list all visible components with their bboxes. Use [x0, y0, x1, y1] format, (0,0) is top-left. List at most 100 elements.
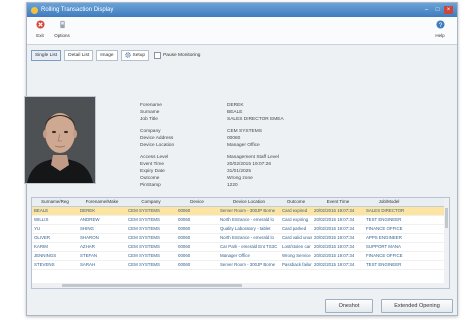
svg-text:?: ?: [438, 22, 442, 29]
exit-label: Exit: [36, 33, 44, 38]
detail-value: Wrong zone: [227, 176, 253, 181]
table-cell: Card valid unus: [282, 235, 312, 240]
table-row[interactable]: YU SHING CEM SYSTEMS 00060 Quality Laborator…: [32, 225, 449, 234]
detail-label: Company: [140, 129, 161, 134]
table-cell: Server Room - 300JP Borne: [220, 262, 276, 267]
table-cell: North Entrance - emerald lo: [220, 217, 274, 222]
options-icon: [59, 20, 65, 29]
table-cell: KARIM: [34, 244, 48, 249]
options-label: Options: [54, 33, 70, 38]
window-title: Rolling Transaction Display: [41, 7, 114, 13]
table-cell: WILLIS: [34, 217, 49, 222]
table-cell: Card parked: [282, 226, 307, 231]
tab-image[interactable]: Image: [96, 49, 118, 61]
tab-setup[interactable]: Setup: [120, 49, 150, 61]
table-row[interactable]: OLIVER SHARON CEM SYSTEMS 00060 North Entran…: [32, 234, 449, 243]
options-button[interactable]: Options: [53, 20, 71, 38]
column-header[interactable]: Job/Model: [364, 198, 414, 206]
table-cell: CEM SYSTEMS: [128, 208, 160, 213]
detail-row: Outcome Wrong zone: [140, 175, 284, 182]
detail-label: Access Level: [140, 155, 169, 160]
detail-row: Access Level Management Staff Level: [140, 154, 284, 161]
tab-setup-label: Setup: [132, 52, 146, 58]
scroll-thumb[interactable]: [62, 284, 242, 287]
detail-value: 1220: [227, 183, 238, 188]
table-cell: CEM SYSTEMS: [128, 226, 160, 231]
table-cell: FINANCE OFFICE: [366, 253, 403, 258]
maximize-icon[interactable]: □: [433, 6, 442, 14]
help-button[interactable]: ? Help: [431, 20, 449, 38]
table-cell: 00060: [178, 253, 191, 258]
detail-row: Company CEM SYSTEMS: [140, 128, 284, 135]
detail-value: 00060: [227, 136, 241, 141]
scroll-thumb[interactable]: [445, 208, 448, 228]
table-cell: APPS ENGINEER: [366, 235, 402, 240]
transaction-grid[interactable]: Surname/Reg Forename/Make Company Device…: [31, 197, 450, 289]
detail-row: Device Address 00060: [140, 135, 284, 142]
table-row[interactable]: JENNINGS STEFAN CEM SYSTEMS 00060 Manager Of…: [32, 252, 449, 261]
detail-label: Event Time: [140, 162, 164, 167]
table-cell: Car Park - emerald Ent TS3C: [220, 244, 278, 249]
exit-button[interactable]: Exit: [31, 20, 49, 38]
detail-value: Manager Office: [227, 143, 260, 148]
table-cell: North Entrance - emerald lo: [220, 235, 274, 240]
minimize-icon[interactable]: –: [422, 6, 431, 14]
detail-value: CEM SYSTEMS: [227, 129, 262, 134]
table-cell: FINANCE OFFICE: [366, 226, 403, 231]
column-header[interactable]: Device: [176, 198, 218, 206]
column-header[interactable]: Device Location: [218, 198, 280, 206]
detail-row: Device Location Manager Office: [140, 142, 284, 149]
table-cell: CEM SYSTEMS: [128, 253, 160, 258]
pause-monitoring-checkbox[interactable]: Pause Monitoring: [154, 51, 200, 59]
table-cell: Server Room - 300JP Borne: [220, 208, 276, 213]
close-icon[interactable]: ×: [444, 6, 453, 14]
detail-label: Outcome: [140, 176, 160, 181]
table-row[interactable]: KARIM AZHAR CEM SYSTEMS 00060 Car Park - eme…: [32, 243, 449, 252]
detail-label: Expiry Date: [140, 169, 165, 174]
column-header[interactable]: Outcome: [280, 198, 312, 206]
table-cell: STEFAN: [80, 253, 98, 258]
tab-single-list[interactable]: Single List: [31, 49, 62, 61]
table-cell: BEALE: [34, 208, 49, 213]
table-cell: DEREK: [80, 208, 96, 213]
table-cell: JENNINGS: [34, 253, 57, 258]
column-header[interactable]: Forename/Make: [78, 198, 126, 206]
detail-value: SALES DIRECTOR EMEA: [227, 117, 284, 122]
table-cell: ANDREW: [80, 217, 100, 222]
detail-label: Device Location: [140, 143, 175, 148]
table-cell: CEM SYSTEMS: [128, 217, 160, 222]
table-cell: 00060: [178, 235, 191, 240]
tab-detail-list[interactable]: Detail List: [64, 49, 94, 61]
horizontal-scrollbar[interactable]: [32, 283, 449, 288]
detail-value: Management Staff Level: [227, 155, 279, 160]
table-cell: TEST ENGINEER: [366, 262, 402, 267]
table-cell: Manager Office: [220, 253, 250, 258]
app-icon: [31, 6, 38, 14]
table-cell: SALES DIRECTOR: [366, 208, 405, 213]
extended-opening-button[interactable]: Extended Opening: [381, 299, 453, 313]
column-header[interactable]: Event Time: [312, 198, 364, 206]
checkbox-box: [154, 51, 162, 59]
column-header[interactable]: Company: [126, 198, 176, 206]
table-cell: SHING: [80, 226, 94, 231]
column-header[interactable]: Surname/Reg: [32, 198, 78, 206]
table-cell: CEM SYSTEMS: [128, 262, 160, 267]
detail-row: Forename DEREK: [140, 102, 284, 109]
table-cell: 20/02/2015 19:07:34: [314, 262, 355, 267]
vertical-scrollbar[interactable]: [444, 198, 449, 288]
oneshot-button[interactable]: Oneshot: [325, 299, 373, 313]
detail-label: PinStamp: [140, 183, 161, 188]
exit-icon: [35, 20, 45, 29]
detail-row: Expiry Date 31/01/2025: [140, 168, 284, 175]
detail-label: Job Title: [140, 117, 158, 122]
table-row[interactable]: BEALE DEREK CEM SYSTEMS 00060 Server Room - …: [32, 207, 449, 216]
detail-row: Surname BEALE: [140, 109, 284, 116]
table-cell: 00060: [178, 217, 191, 222]
table-cell: SUPPORT MANA: [366, 244, 401, 249]
table-row[interactable]: STEVENS SARAH CEM SYSTEMS 00060 Server Room …: [32, 261, 449, 270]
table-cell: Wrong Service: [282, 253, 311, 258]
grid-header: Surname/Reg Forename/Make Company Device…: [32, 198, 449, 207]
grid-body: BEALE DEREK CEM SYSTEMS 00060 Server Room - …: [32, 207, 449, 270]
table-row[interactable]: WILLIS ANDREW CEM SYSTEMS 00060 North Entran…: [32, 216, 449, 225]
detail-value: BEALE: [227, 110, 243, 115]
